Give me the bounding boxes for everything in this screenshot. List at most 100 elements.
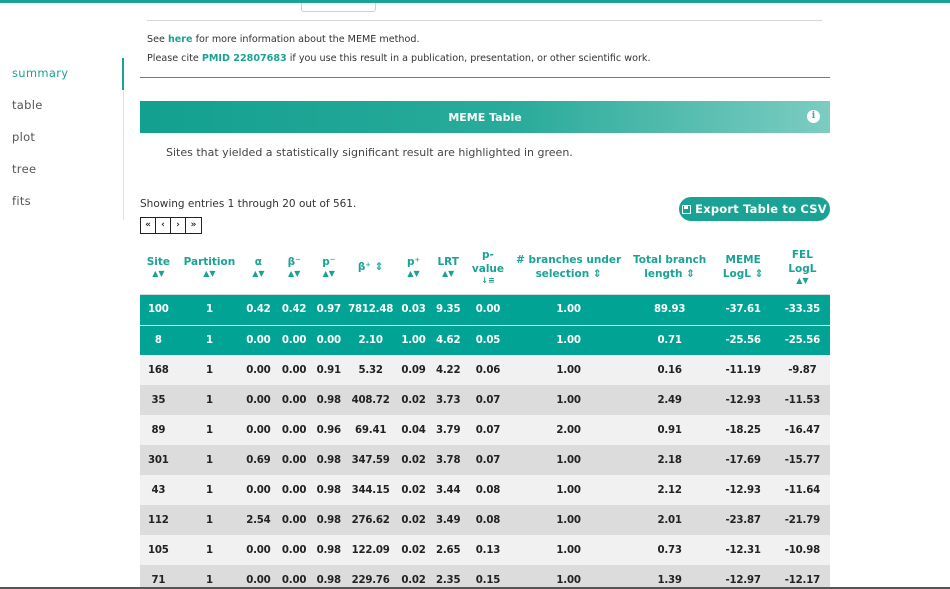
col-branches-selection[interactable]: # branches under selection ⇕ (509, 238, 627, 295)
table-cell: 1 (176, 535, 243, 565)
table-cell: -25.56 (711, 324, 775, 355)
table-cell: 0.98 (313, 535, 345, 565)
table-cell: 8 (140, 324, 177, 355)
sidebar-item-tree[interactable]: tree (12, 162, 36, 176)
info-text: See (147, 34, 168, 45)
table-cell: -11.64 (774, 475, 830, 505)
first-page-button[interactable]: « (141, 218, 156, 233)
table-cell: 1 (176, 295, 243, 325)
table-cell: 122.09 (344, 535, 398, 565)
sort-icon: ▲▼ (407, 268, 420, 278)
sidebar-divider (123, 90, 124, 220)
col-label: p⁺ (406, 255, 421, 268)
sidebar-item-plot[interactable]: plot (12, 130, 35, 144)
col-p-plus[interactable]: p⁺ ▲▼ (397, 238, 430, 295)
table-cell: 408.72 (344, 385, 398, 415)
table-cell: -12.97 (711, 565, 775, 589)
table-cell: 0.08 (466, 505, 510, 535)
col-label: Total branch length ⇕ (632, 253, 707, 280)
table-cell: -15.77 (774, 445, 830, 475)
col-label: LRT (437, 255, 459, 268)
top-divider (147, 20, 822, 21)
table-cell: 1 (176, 565, 243, 589)
sort-icon: ▲▼ (796, 275, 809, 285)
col-total-branch-length[interactable]: Total branch length ⇕ (628, 238, 712, 295)
table-cell: 1 (176, 445, 243, 475)
table-cell: 0.00 (274, 385, 314, 415)
info-icon[interactable]: i (807, 110, 820, 123)
table-row-significant: 8 1 0.00 0.00 0.00 2.10 1.00 4.62 0.05 1.00 0.71 -2… (140, 324, 830, 355)
col-label: Site (146, 255, 171, 268)
table-cell: -37.61 (711, 295, 775, 325)
table-cell: 0.00 (242, 415, 275, 445)
table-cell: 2.18 (627, 445, 712, 475)
table-cell: 0.08 (466, 475, 510, 505)
table-cell: 89 (140, 415, 177, 445)
top-partial-input[interactable] (301, 3, 376, 12)
col-label: α (254, 255, 262, 268)
meme-results-table: Site ▲▼ Partition ▲▼ α ▲▼ β⁻ ▲▼ p⁻ ▲▼ β⁺ ⇕ p⁺… (140, 238, 830, 589)
top-rule (0, 0, 950, 3)
method-link[interactable]: here (168, 34, 193, 45)
table-body: 100 1 0.42 0.42 0.97 7812.48 0.03 9.35 0.00 1.00 8… (140, 295, 830, 589)
table-cell: 0.00 (242, 355, 275, 385)
table-cell: 2.01 (627, 505, 712, 535)
table-cell: 0.00 (242, 475, 275, 505)
table-cell: 0.02 (397, 535, 430, 565)
col-beta-plus[interactable]: β⁺ ⇕ (344, 238, 397, 295)
col-partition[interactable]: Partition ▲▼ (177, 238, 242, 295)
col-p-minus[interactable]: p⁻ ▲▼ (313, 238, 344, 295)
table-cell: 1 (176, 475, 243, 505)
col-beta-minus[interactable]: β⁻ ▲▼ (275, 238, 314, 295)
sidebar-item-table[interactable]: table (12, 98, 43, 112)
table-cell: 71 (140, 565, 177, 589)
table-cell: 1 (176, 415, 243, 445)
table-cell: 0.02 (397, 505, 430, 535)
table-cell: 1.00 (509, 324, 628, 355)
col-p-value[interactable]: p-value ↓≡ (467, 238, 510, 295)
sort-icon: ▲▼ (203, 268, 216, 278)
sidebar-active-indicator (122, 58, 124, 90)
table-cell: 0.97 (313, 295, 345, 325)
table-cell: 0.91 (313, 355, 345, 385)
table-cell: 2.00 (509, 415, 628, 445)
table-cell: 0.02 (397, 445, 430, 475)
table-cell: 2.65 (429, 535, 467, 565)
table-cell: 0.00 (274, 565, 314, 589)
table-cell: 3.49 (429, 505, 467, 535)
sort-icon: ▲▼ (287, 268, 301, 278)
col-alpha[interactable]: α ▲▼ (242, 238, 275, 295)
table-cell: 0.69 (242, 445, 275, 475)
prev-page-button[interactable]: ‹ (156, 218, 171, 233)
table-cell: 0.73 (627, 535, 712, 565)
last-page-button[interactable]: » (186, 218, 201, 233)
top-dash (172, 1, 178, 3)
table-cell: 0.02 (397, 475, 430, 505)
col-meme-logl[interactable]: MEME LogL ⇕ (711, 238, 774, 295)
col-site[interactable]: Site ▲▼ (140, 238, 177, 295)
sidebar-item-fits[interactable]: fits (12, 194, 31, 208)
table-cell: 0.02 (397, 385, 430, 415)
table-cell: 0.07 (466, 415, 510, 445)
table-cell: 9.35 (429, 295, 467, 325)
export-csv-button[interactable]: Export Table to CSV (679, 197, 830, 221)
table-cell: 43 (140, 475, 177, 505)
table-cell: 0.16 (627, 355, 712, 385)
col-label: FEL LogL (788, 248, 817, 275)
next-page-button[interactable]: › (171, 218, 186, 233)
significance-note: Sites that yielded a statistically signi… (166, 146, 573, 159)
table-row: 301 1 0.69 0.00 0.98 347.59 0.02 3.78 0.07 1.00 2.… (140, 445, 830, 475)
col-label: Partition (183, 255, 236, 268)
col-fel-logl[interactable]: FEL LogL ▲▼ (775, 238, 830, 295)
pmid-link[interactable]: PMID 22807683 (202, 53, 287, 64)
col-lrt[interactable]: LRT ▲▼ (430, 238, 467, 295)
table-cell: -12.93 (711, 385, 775, 415)
table-cell: 1.00 (509, 505, 628, 535)
table-cell: 1.00 (509, 565, 628, 589)
table-cell: -11.53 (774, 385, 830, 415)
table-cell: 4.22 (429, 355, 467, 385)
table-row: 105 1 0.00 0.00 0.98 122.09 0.02 2.65 0.13 1.00 0.… (140, 535, 830, 565)
sidebar-item-summary[interactable]: summary (12, 66, 68, 80)
info-text: for more information about the MEME meth… (192, 34, 420, 45)
table-cell: 0.00 (274, 445, 314, 475)
